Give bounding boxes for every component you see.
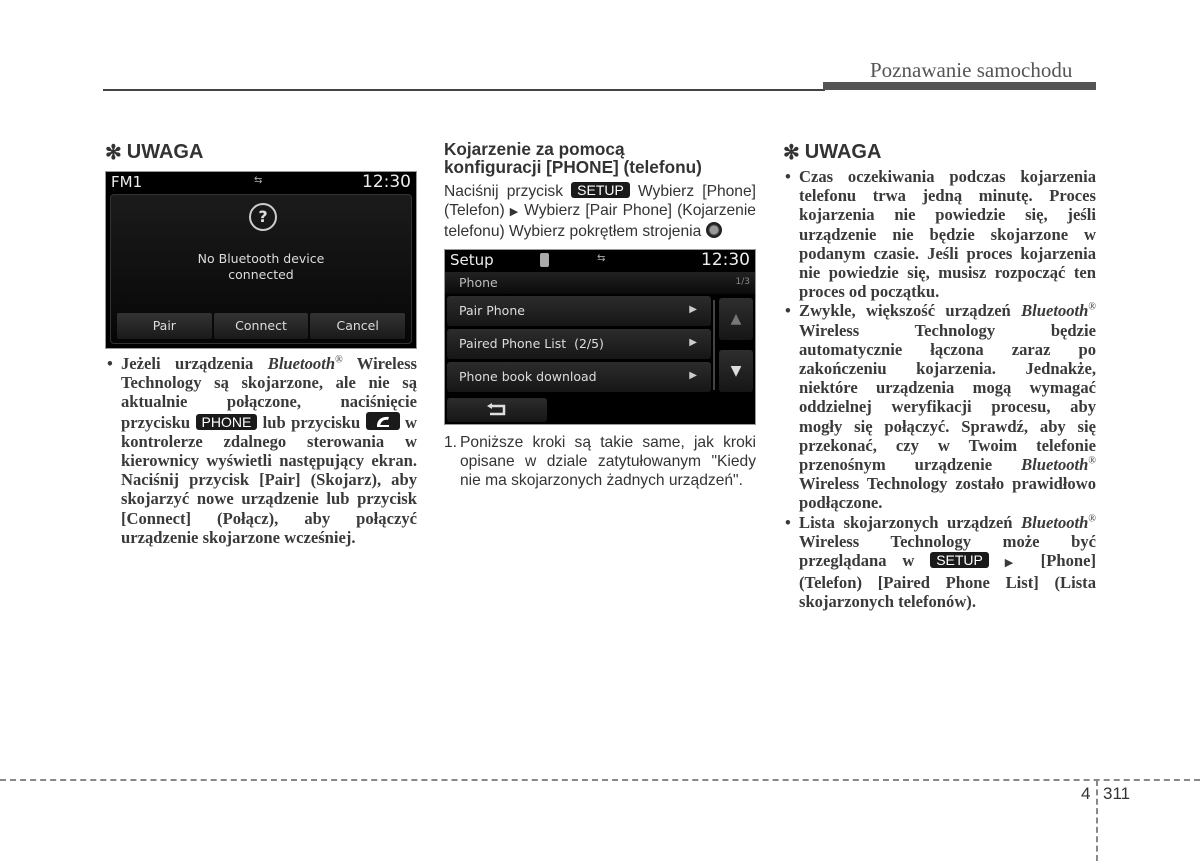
note-bullet: Jeżeli urządzenia Bluetooth® Wireless Te… [105, 354, 417, 547]
bluetooth-dialog-screenshot: FM1 ⇆ 12:30 ? No Bluetooth device connec… [105, 171, 417, 349]
header-rule [103, 89, 825, 91]
registered-mark: ® [1088, 455, 1096, 467]
arrow-right-icon: ▶ [509, 206, 520, 218]
setup-phone-screenshot: Setup ⇆ 12:30 Phone 1/3 Pair Phone ▶ Pai… [444, 249, 756, 425]
phone-key: PHONE [195, 413, 258, 430]
arrow-right-icon: ▶ [1004, 557, 1025, 570]
clock: 12:30 [362, 172, 411, 192]
dialog-message-line: connected [228, 267, 294, 282]
menu-item-paired-phone-list[interactable]: Paired Phone List (2/5) ▶ [447, 329, 711, 359]
text: Wireless Technology zostało prawidłowo p… [799, 474, 1096, 513]
footer-divider [1096, 780, 1098, 861]
back-arrow-icon [487, 403, 506, 416]
setup-key: SETUP [930, 552, 989, 569]
clock: 12:30 [701, 250, 750, 270]
cancel-button[interactable]: Cancel [310, 313, 406, 339]
note-heading-text: UWAGA [804, 141, 882, 163]
intro-paragraph: Naciśnij przycisk SETUP Wybierz [Phone] … [444, 182, 756, 241]
text: Lista skojarzonych urządzeń [799, 512, 1022, 532]
chapter-number: 4 [1081, 784, 1091, 803]
setup-key: SETUP [571, 182, 630, 198]
chevron-right-icon: ▶ [689, 337, 697, 348]
subheader-label: Phone [459, 275, 498, 290]
asterisk-icon: ✻ [105, 142, 122, 164]
question-icon: ? [249, 203, 277, 231]
section-title-line: konfiguracji [PHONE] (telefonu) [444, 157, 702, 177]
asterisk-icon: ✻ [783, 142, 800, 164]
scrollbar[interactable] [713, 300, 715, 390]
connect-button[interactable]: Connect [213, 313, 309, 339]
text: lub przycisku [257, 412, 366, 432]
registered-mark: ® [1088, 513, 1096, 525]
screen-subheader: Phone 1/3 [445, 272, 755, 294]
section-title: Kojarzenie za pomocą konfiguracji [PHONE… [444, 140, 756, 176]
menu-item-pair-phone[interactable]: Pair Phone ▶ [447, 296, 711, 326]
column-1: ✻ UWAGA FM1 ⇆ 12:30 ? No Bluetooth devic… [105, 140, 417, 547]
note-bullet: Zwykle, większość urządzeń Bluetooth® Wi… [783, 301, 1096, 512]
bluetooth-icon [540, 253, 549, 267]
page-indicator: 1/3 [735, 277, 750, 287]
text: Wireless Technology będzie automatycznie… [799, 320, 1096, 475]
screen-status-bar: FM1 ⇆ 12:30 [106, 172, 416, 192]
menu-list: Pair Phone ▶ Paired Phone List (2/5) ▶ P… [447, 296, 711, 395]
bluetooth-term: Bluetooth [1021, 455, 1089, 475]
menu-item-label: Pair Phone [459, 303, 525, 318]
footer-rule [0, 779, 1200, 781]
chevron-right-icon: ▶ [689, 304, 697, 315]
menu-item-label: Paired Phone List (2/5) [459, 336, 604, 351]
menu-item-phone-book-download[interactable]: Phone book download ▶ [447, 362, 711, 392]
column-2: Kojarzenie za pomocą konfiguracji [PHONE… [444, 140, 756, 490]
dialog-message-line: No Bluetooth device [197, 251, 325, 266]
page-number: 311 [1103, 784, 1131, 803]
running-header: Poznawanie samochodu [870, 58, 1073, 82]
step-number: 1. [444, 434, 458, 451]
bluetooth-term: Bluetooth [267, 354, 336, 373]
radio-band: FM1 [111, 173, 143, 191]
dialog-buttons: Pair Connect Cancel [117, 313, 406, 339]
call-key-icon [365, 411, 400, 430]
text: Jeżeli urządzenia [121, 354, 268, 373]
dialog-box: ? No Bluetooth device connected Pair Con… [110, 194, 412, 344]
step-1: 1. Poniższe kroki są takie same, jak kro… [444, 433, 756, 490]
header-rule-thick [823, 82, 1096, 90]
usb-icon: ⇆ [597, 253, 606, 264]
section-title-line: Kojarzenie za pomocą [444, 139, 625, 159]
text: Naciśnij przycisk [444, 183, 572, 200]
back-button[interactable] [447, 398, 547, 422]
note-bullet: Czas oczekiwania podczas kojarzenia tele… [783, 167, 1096, 301]
bluetooth-term: Bluetooth [1021, 301, 1089, 321]
registered-mark: ® [1088, 301, 1096, 313]
note-heading-text: UWAGA [126, 141, 204, 163]
menu-item-label: Phone book download [459, 369, 597, 384]
text: Zwykle, większość urządzeń [799, 301, 1022, 321]
registered-mark: ® [335, 354, 343, 366]
step-text: Poniższe kroki są takie same, jak kroki … [460, 434, 756, 489]
note-heading: ✻ UWAGA [783, 140, 1096, 165]
note-bullet: Lista skojarzonych urządzeń Bluetooth® W… [783, 513, 1096, 612]
column-3: ✻ UWAGA Czas oczekiwania podczas kojarze… [783, 140, 1096, 612]
screen-status-bar: Setup ⇆ 12:30 [445, 250, 755, 270]
bluetooth-term: Bluetooth [1021, 512, 1089, 532]
scroll-down-button[interactable]: ▼ [719, 350, 753, 392]
usb-icon: ⇆ [254, 175, 263, 186]
note-heading: ✻ UWAGA [105, 140, 417, 165]
pair-button[interactable]: Pair [117, 313, 212, 339]
tuning-knob-icon [705, 222, 722, 238]
scroll-up-button[interactable]: ▲ [719, 298, 753, 340]
text: w kontrolerze zdalnego sterowania w kier… [121, 412, 417, 547]
dialog-message: No Bluetooth device connected [111, 251, 411, 283]
screen-title: Setup [450, 251, 494, 269]
chevron-right-icon: ▶ [689, 370, 697, 381]
